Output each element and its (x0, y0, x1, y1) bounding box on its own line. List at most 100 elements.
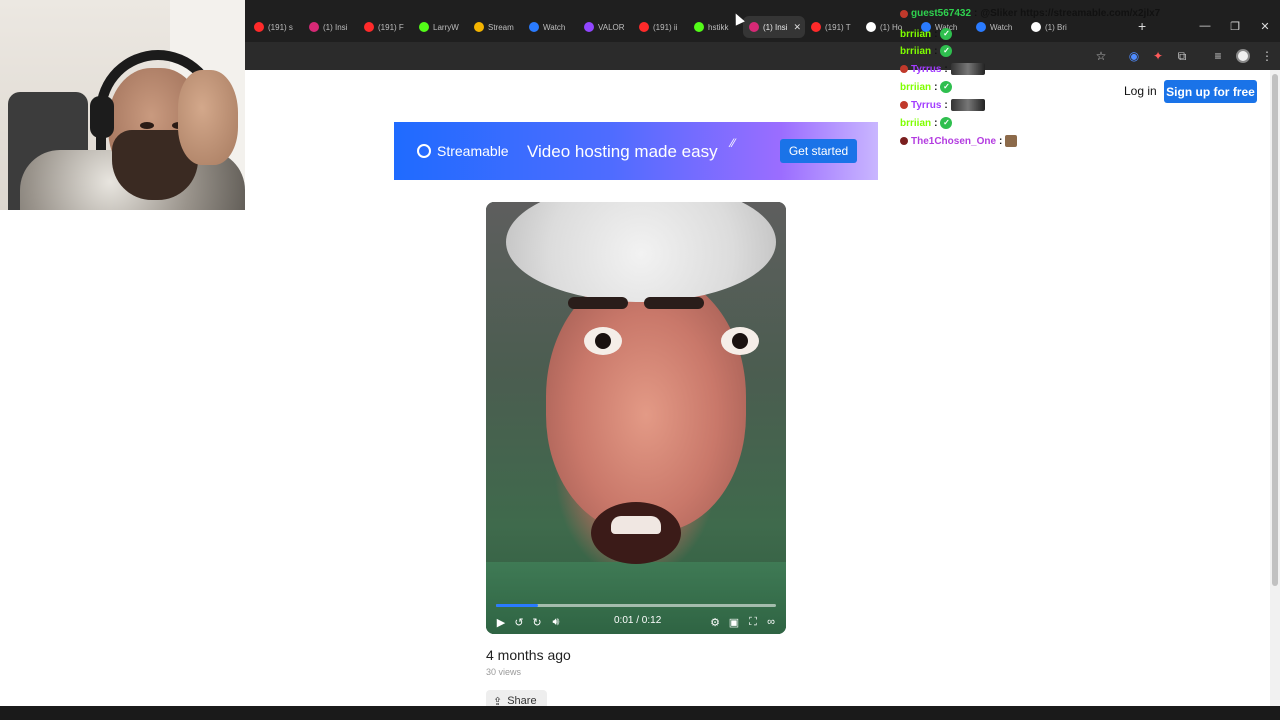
chat-username: brriian (900, 28, 932, 40)
user-badge-icon (900, 65, 908, 73)
tab-label: VALOR (598, 22, 625, 32)
rewind-icon[interactable]: ↺ (512, 615, 526, 629)
browser-tab[interactable]: (1) Insi ✕ (743, 16, 805, 38)
streamable-icon (976, 22, 986, 32)
banner-tagline: Video hosting made easy (527, 142, 718, 161)
video-face (546, 272, 746, 532)
minimize-button[interactable]: — (1190, 14, 1220, 38)
instagram-icon (309, 22, 319, 32)
browser-tab[interactable]: (191) ii (633, 16, 688, 38)
new-tab-icon[interactable]: + (1138, 18, 1146, 34)
chat-separator: : (974, 8, 978, 19)
sparkle-icon: ⁄⁄ (731, 136, 736, 150)
close-window-button[interactable]: ✕ (1250, 14, 1280, 38)
tab-label: LarryW (433, 22, 459, 32)
signup-button[interactable]: Sign up for free (1164, 80, 1257, 103)
tab-label: (191) s (268, 22, 293, 32)
browser-menu-icon[interactable]: ⋮ (1259, 48, 1275, 64)
bookmark-star-icon[interactable]: ☆ (1093, 48, 1109, 64)
chat-message: Tyrrus : (900, 63, 985, 75)
x-icon (866, 22, 876, 32)
posted-date: 4 months ago (486, 647, 571, 663)
get-started-button[interactable]: Get started (780, 139, 857, 163)
chat-message: The1Chosen_One : (900, 135, 1018, 147)
youtube-icon (364, 22, 374, 32)
face-emote-icon (1005, 135, 1018, 147)
tab-label: (191) ii (653, 22, 678, 32)
progress-bar[interactable] (496, 604, 776, 607)
browser-tab[interactable]: Watch (970, 16, 1025, 38)
youtube-icon (811, 22, 821, 32)
youtube-icon (639, 22, 649, 32)
check-emote-icon: ✓ (940, 117, 953, 129)
tab-label: Watch (543, 22, 566, 32)
youtube-icon (254, 22, 264, 32)
close-tab-icon[interactable]: ✕ (793, 22, 801, 33)
picture-in-picture-icon[interactable]: ▣ (727, 615, 741, 629)
chat-separator: : (999, 135, 1003, 147)
scrollbar-thumb[interactable] (1272, 74, 1278, 586)
tab-list: (191) s (1) Insi (191) F LarryW Stream Watch V… (248, 16, 1080, 38)
check-emote-icon: ✓ (940, 28, 953, 40)
video-brow-left (568, 297, 628, 309)
browser-tab[interactable]: (191) F (358, 16, 413, 38)
chat-separator: : (934, 45, 938, 57)
twitch-icon (584, 22, 594, 32)
user-badge-icon (900, 101, 908, 109)
login-link[interactable]: Log in (1124, 84, 1157, 98)
video-eye-right (721, 327, 759, 355)
browser-tab[interactable]: (1) Insi (303, 16, 358, 38)
chat-username: brriian (900, 81, 932, 93)
progress-fill (496, 604, 538, 607)
streamable-logo: Streamable (417, 143, 509, 159)
extension-blocker-icon[interactable]: ✦ (1150, 48, 1166, 64)
browser-tab[interactable]: VALOR (578, 16, 633, 38)
volume-icon[interactable]: 🔊︎ (549, 615, 563, 629)
timecode: 0:01 / 0:12 (614, 615, 662, 626)
media-controls-icon[interactable]: ≡ (1210, 48, 1226, 64)
streamable-badge-icon[interactable]: ∞ (764, 615, 778, 629)
chat-message: brriian : ✓ (900, 28, 953, 40)
user-badge-icon (900, 137, 908, 145)
video-eye-left (584, 327, 622, 355)
forward-icon[interactable]: ↻ (530, 615, 544, 629)
browser-tab[interactable]: LarryW (413, 16, 468, 38)
extension-audio-icon[interactable]: ◉ (1126, 48, 1142, 64)
tab-label: (1) Insi (323, 22, 348, 32)
banner-brand: Streamable (437, 143, 509, 159)
taskbar-strip (0, 706, 1280, 720)
settings-gear-icon[interactable]: ⚙ (708, 615, 722, 629)
chat-text: @Sliker https://streamable.com/x2jlx7 (980, 8, 1161, 19)
tab-label: Stream (488, 22, 514, 32)
headphone-cup-left (90, 96, 114, 138)
browser-tab[interactable]: (1) Bri (1025, 16, 1080, 38)
browser-tab[interactable]: Stream (468, 16, 523, 38)
browser-tab[interactable]: Watch (523, 16, 578, 38)
streamable-logo-icon (417, 144, 431, 158)
fullscreen-icon[interactable]: ⛶ (746, 615, 760, 629)
browser-tab[interactable]: (191) s (248, 16, 303, 38)
promo-banner[interactable]: Streamable Video hosting made easy ⁄⁄ Ge… (394, 122, 878, 180)
chat-message: Tyrrus : (900, 99, 985, 111)
chat-username: brriian (900, 117, 932, 129)
chat-separator: : (934, 81, 938, 93)
tab-label: (1) Insi (763, 22, 788, 32)
browser-tab[interactable]: (191) T (805, 16, 860, 38)
chat-separator: : (944, 63, 948, 75)
kick-icon (419, 22, 429, 32)
tab-label: Watch (990, 22, 1013, 32)
chat-separator: : (934, 28, 938, 40)
extensions-puzzle-icon[interactable]: ⧉ (1174, 48, 1190, 64)
play-icon[interactable]: ▶ (494, 615, 508, 629)
video-player[interactable]: ▶ ↺ ↻ 🔊︎ 0:01 / 0:12 ⚙ ▣ ⛶ ∞ (486, 202, 786, 634)
kick-icon (694, 22, 704, 32)
video-brow-right (644, 297, 704, 309)
video-mouth (591, 502, 681, 564)
x-icon (1031, 22, 1041, 32)
user-badge-icon (900, 9, 908, 18)
tab-label: (1) Ho (880, 22, 903, 32)
profile-avatar[interactable] (1235, 48, 1251, 64)
image-emote-icon (950, 63, 985, 75)
maximize-button[interactable]: ❐ (1220, 14, 1250, 38)
tab-label: (191) F (378, 22, 404, 32)
